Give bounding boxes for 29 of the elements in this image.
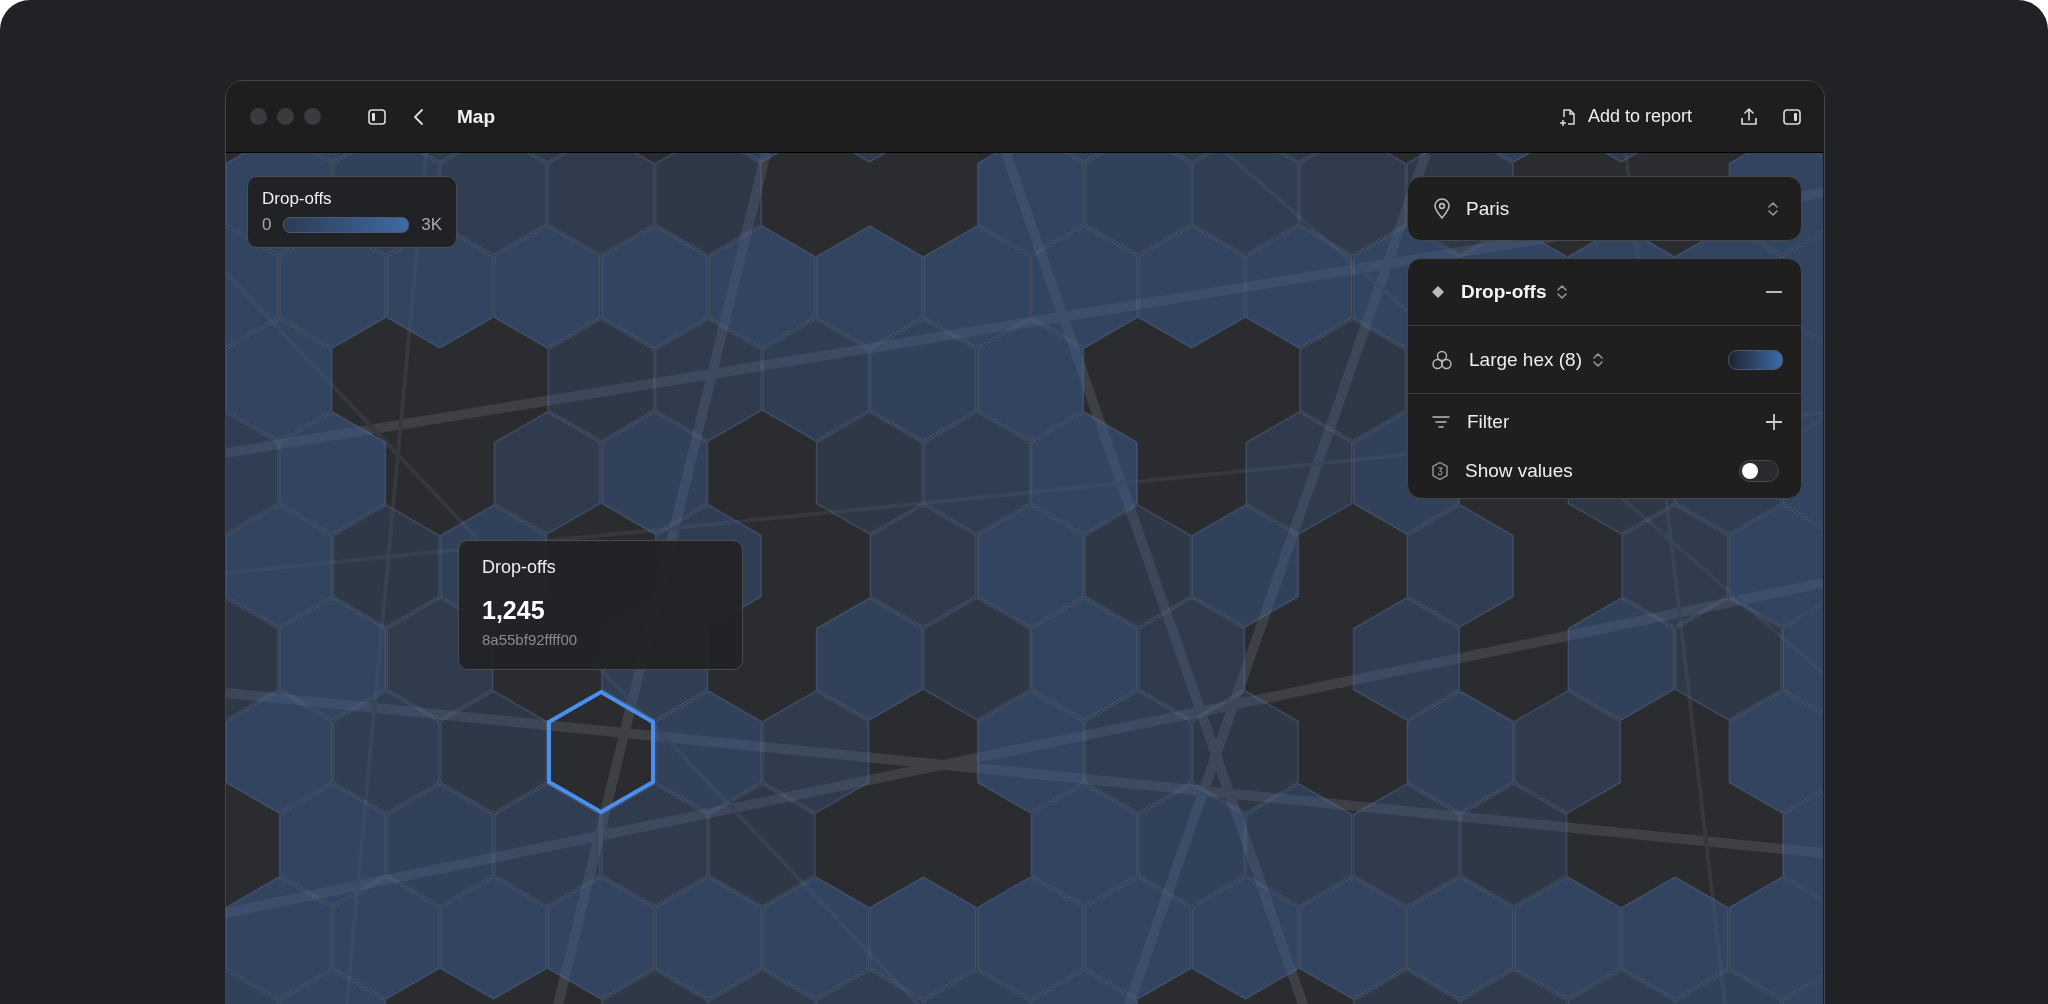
- tooltip-value: 1,245: [482, 596, 545, 625]
- legend-title: Drop-offs: [262, 189, 333, 209]
- diamond-icon: [1431, 285, 1445, 299]
- legend-min-label: 0: [262, 215, 272, 235]
- add-to-report-button[interactable]: Add to report: [1551, 102, 1698, 131]
- share-icon[interactable]: [1738, 105, 1760, 128]
- highlighted-hex-outline[interactable]: [547, 689, 655, 815]
- add-filter-plus-icon[interactable]: [1765, 413, 1783, 431]
- filter-icon: [1431, 414, 1451, 430]
- resolution-select[interactable]: Large hex (8): [1469, 348, 1604, 371]
- layer-select[interactable]: Drop-offs: [1461, 281, 1569, 303]
- color-scale-swatch[interactable]: [1728, 349, 1783, 370]
- document-plus-icon: [1557, 106, 1578, 127]
- show-values-label: Show values: [1465, 460, 1573, 482]
- window-title: Map: [457, 105, 495, 128]
- panel-toggle-icon[interactable]: [1782, 106, 1802, 127]
- hexagons-icon: [1431, 348, 1453, 371]
- tooltip-title: Drop-offs: [482, 557, 556, 578]
- hexagon-number-icon: [1431, 461, 1449, 481]
- sidebar-toggle-icon[interactable]: [367, 106, 387, 127]
- filter-label: Filter: [1467, 411, 1510, 433]
- location-pin-icon: [1432, 197, 1452, 220]
- chevron-updown-icon: [1556, 284, 1569, 300]
- show-values-toggle[interactable]: [1739, 460, 1779, 482]
- legend-max-label: 3K: [421, 215, 442, 235]
- tooltip-cell-id: 8a55bf92ffff00: [482, 631, 578, 648]
- chevron-updown-icon: [1592, 351, 1604, 368]
- chevron-updown-icon: [1767, 200, 1779, 217]
- location-select[interactable]: Paris: [1407, 176, 1802, 241]
